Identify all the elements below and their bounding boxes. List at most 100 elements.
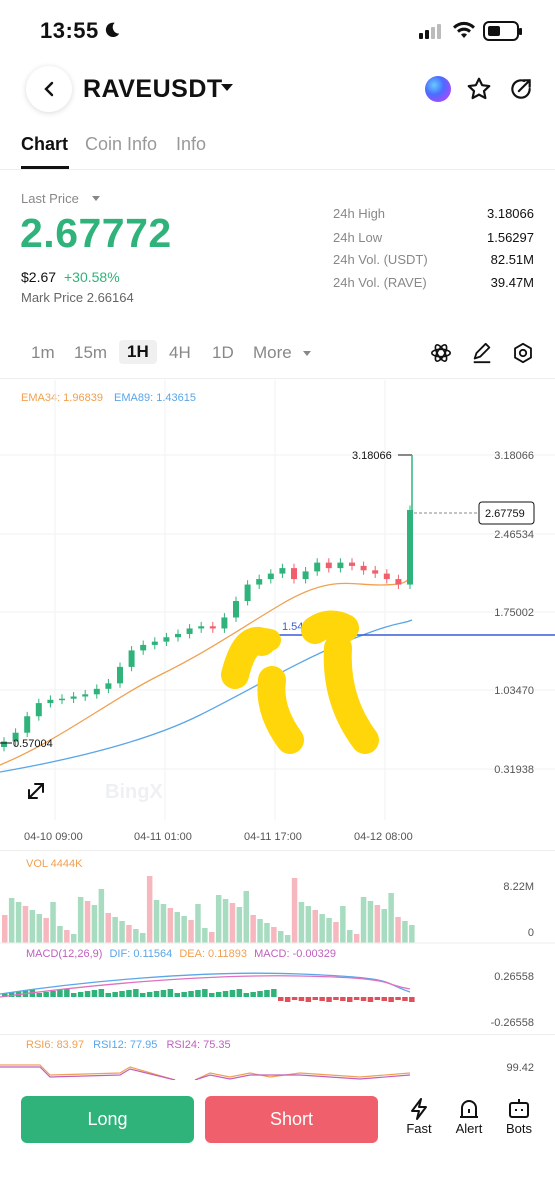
candle-body: [140, 644, 147, 651]
alert-action[interactable]: Alert: [447, 1097, 491, 1136]
alarm-icon: [460, 1100, 478, 1118]
y-axis-tick: 0.31938: [494, 764, 534, 776]
stat-value: 39.47M: [490, 275, 534, 290]
macd-bar: [181, 992, 187, 997]
candle-body: [279, 568, 286, 574]
macd-bar: [298, 997, 305, 1001]
macd-bar: [202, 989, 208, 997]
volume-tick: 8.22M: [503, 881, 534, 893]
volume-bar: [84, 901, 91, 943]
macd-bar: [57, 990, 63, 997]
volume-bar: [112, 917, 118, 943]
macd-bar: [319, 997, 325, 1001]
rsi-legend: RSI6: 83.97 RSI12: 77.95 RSI24: 75.35: [26, 1039, 231, 1051]
settings-icon[interactable]: [512, 342, 534, 364]
fast-label: Fast: [406, 1121, 432, 1136]
more-dropdown-icon[interactable]: [303, 351, 311, 356]
y-axis-tick: 3.18066: [494, 450, 534, 462]
volume-bar: [229, 903, 236, 943]
long-button[interactable]: Long: [21, 1096, 194, 1143]
chevron-left-icon: [44, 81, 54, 97]
candle-body: [267, 573, 274, 580]
macd-bar: [374, 997, 381, 1000]
ai-assistant-icon[interactable]: [425, 76, 451, 102]
back-button[interactable]: [26, 66, 72, 112]
volume-bar: [167, 908, 174, 943]
tab-info[interactable]: Info: [176, 134, 206, 155]
candle-body: [291, 568, 297, 580]
price-chart[interactable]: BingX 1.544 3.18066 0.57004 2.67759 3.18…: [0, 380, 555, 820]
volume-bar: [250, 915, 256, 943]
rsi-chart: [0, 1064, 411, 1080]
candle-body: [209, 626, 216, 629]
pair-title[interactable]: RAVEUSDT: [83, 75, 223, 104]
volume-chart: [0, 876, 555, 944]
tab-coin-info[interactable]: Coin Info: [85, 134, 157, 155]
macd-bar: [236, 989, 243, 997]
macd-bar: [36, 993, 42, 997]
timeframe-1h[interactable]: 1H: [119, 340, 157, 364]
timeframe-4h[interactable]: 4H: [169, 343, 191, 363]
volume-bar: [202, 928, 208, 943]
macd-bar: [402, 997, 408, 1001]
volume-bar: [367, 901, 374, 943]
macd-bar: [98, 989, 105, 997]
share-icon[interactable]: [508, 76, 534, 102]
last-price-label[interactable]: Last Price: [21, 191, 79, 206]
last-price-dropdown-icon[interactable]: [92, 196, 100, 201]
indicators-icon[interactable]: [430, 342, 452, 364]
pair-dropdown-icon[interactable]: [221, 84, 233, 91]
volume-bar: [2, 915, 8, 943]
timeframe-1d[interactable]: 1D: [212, 343, 234, 363]
candle-body: [163, 637, 170, 642]
volume-bar: [264, 923, 270, 943]
tab-underline: [21, 166, 69, 169]
macd-bar: [126, 990, 132, 997]
timeframe-bar: 1m 15m 1H 4H 1D More: [0, 338, 555, 370]
macd-bar: [160, 990, 167, 997]
tab-bar: Chart Coin Info Info: [0, 130, 555, 170]
volume-label: VOL 4444K: [26, 858, 83, 870]
expand-icon[interactable]: [28, 783, 44, 799]
volume-bar: [347, 930, 353, 943]
candle-body: [59, 698, 65, 701]
tab-chart[interactable]: Chart: [21, 134, 68, 155]
volume-bar: [236, 907, 243, 943]
rsi-tick: 99.42: [506, 1062, 534, 1074]
bots-action[interactable]: Bots: [497, 1097, 541, 1136]
stat-value: 1.56297: [487, 230, 534, 245]
low-marker-label: 0.57004: [13, 738, 53, 750]
volume-bar: [402, 921, 408, 943]
timeframe-1m[interactable]: 1m: [31, 343, 55, 363]
macd-bar: [174, 993, 180, 997]
macd-bar: [133, 989, 139, 997]
macd-bar: [71, 993, 77, 997]
timeframe-15m[interactable]: 15m: [74, 343, 107, 363]
volume-bar: [278, 931, 284, 943]
macd-tick: -0.26558: [490, 1017, 534, 1029]
macd-dif: DIF: 0.11564: [109, 948, 173, 960]
short-button[interactable]: Short: [205, 1096, 378, 1143]
macd-bar: [340, 997, 346, 1001]
volume-bar: [57, 926, 63, 943]
macd-bar: [188, 991, 194, 997]
candle-body: [325, 562, 332, 569]
macd-bar: [222, 991, 229, 997]
fast-action[interactable]: Fast: [397, 1097, 441, 1136]
volume-bar: [146, 876, 153, 943]
volume-bar: [326, 918, 332, 943]
candle-body: [117, 666, 123, 684]
volume-bar: [153, 900, 160, 943]
volume-bar: [188, 920, 194, 943]
favorite-star-icon[interactable]: [466, 76, 492, 102]
candle-body: [383, 573, 390, 580]
macd-bar: [257, 991, 263, 997]
macd-bar: [167, 989, 174, 997]
usd-price: $2.67: [21, 269, 57, 285]
macd-bar: [119, 991, 125, 997]
timeframe-more[interactable]: More: [253, 343, 292, 363]
draw-pencil-icon[interactable]: [471, 342, 493, 364]
macd-bar: [195, 990, 201, 997]
rsi6: RSI6: 83.97: [26, 1039, 85, 1051]
volume-bar: [409, 925, 415, 943]
